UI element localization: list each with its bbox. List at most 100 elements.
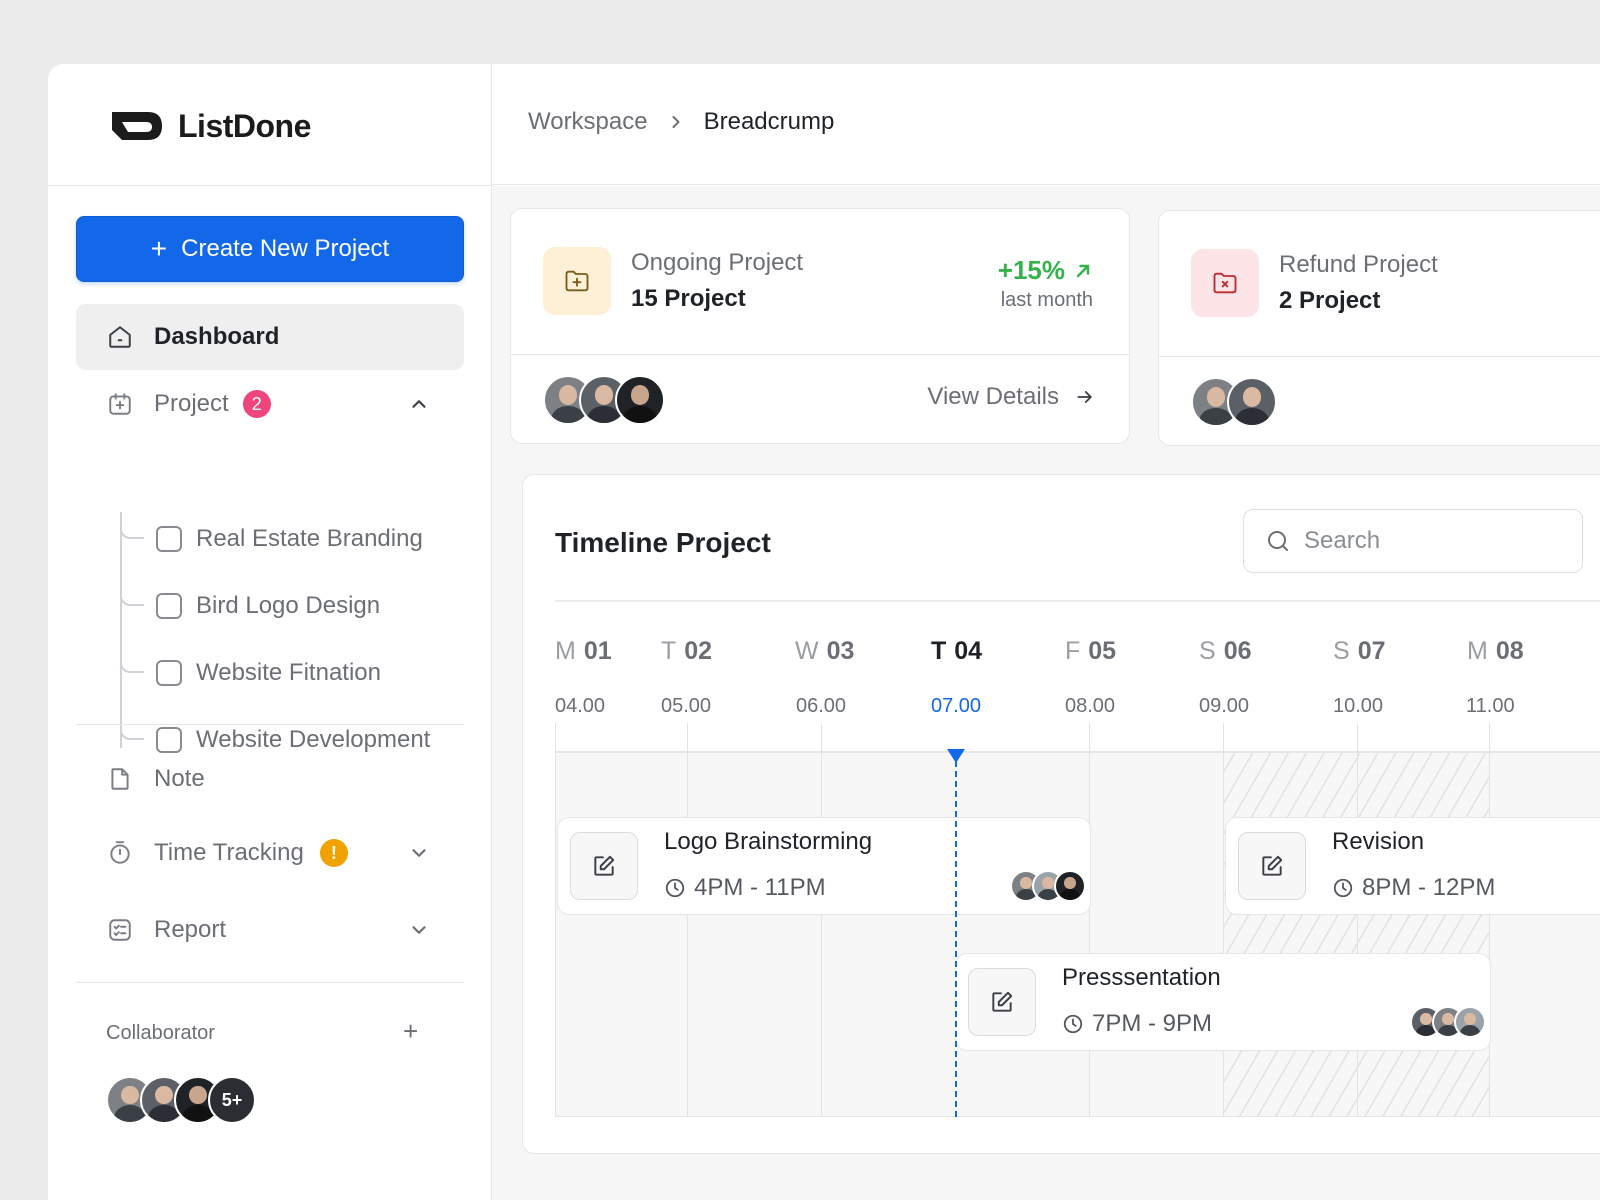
arrow-up-right-icon: [1076, 264, 1090, 277]
edit-button[interactable]: [570, 832, 638, 900]
sidebar-item-dashboard[interactable]: Dashboard: [76, 304, 464, 370]
task-card[interactable]: Presssentation 7PM - 9PM: [955, 953, 1491, 1051]
day-header-today: T 04: [931, 637, 983, 665]
app-window: ListDone + Create New Project Dashboard …: [48, 64, 1600, 1200]
project-count-badge: 2: [242, 390, 271, 418]
more-collaborators-badge[interactable]: 5+: [208, 1076, 256, 1124]
sidebar-item-time-tracking[interactable]: Time Tracking !: [76, 820, 464, 886]
task-name: Logo Brainstorming: [664, 828, 873, 855]
create-new-project-button[interactable]: + Create New Project: [76, 216, 464, 282]
stat-card-ongoing: Ongoing Project 15 Project +15% last mon…: [510, 208, 1130, 444]
task-avatars[interactable]: [1010, 870, 1086, 902]
sidebar-item-note[interactable]: Note: [76, 746, 464, 812]
time-label: 10.00: [1333, 695, 1384, 717]
day-header: S 06: [1199, 637, 1252, 665]
time-label: 08.00: [1065, 695, 1116, 717]
sidebar-item-label: Time Tracking: [154, 839, 304, 866]
chevron-right-icon: [672, 116, 680, 128]
weekend-hatch: [1223, 753, 1489, 1117]
checkbox[interactable]: [156, 526, 182, 552]
time-label: 05.00: [661, 695, 712, 717]
stat-title: Ongoing Project: [631, 249, 804, 276]
edit-icon: [594, 855, 615, 876]
top-header: Workspace Breadcrump: [492, 64, 1600, 185]
day-header: F 05: [1065, 637, 1117, 665]
search-placeholder: Search: [1304, 527, 1381, 554]
time-label-current: 07.00: [931, 695, 982, 717]
arrow-right-icon: [1077, 391, 1092, 403]
report-icon: [106, 916, 134, 944]
logo[interactable]: ListDone: [108, 104, 311, 148]
current-time-marker-icon: [947, 749, 965, 763]
project-item-label: Bird Logo Design: [196, 592, 381, 619]
task-card[interactable]: Revision 8PM - 12PM: [1225, 817, 1600, 915]
growth-indicator: +15%: [998, 255, 1093, 286]
day-header: W 03: [795, 637, 855, 665]
current-time-line: [955, 751, 957, 1117]
breadcrumb-current: Breadcrump: [703, 108, 835, 135]
edit-button[interactable]: [1238, 832, 1306, 900]
chevron-down-icon[interactable]: [408, 842, 430, 864]
sidebar-item-project[interactable]: Project 2: [76, 371, 464, 437]
project-avatars[interactable]: [543, 375, 665, 425]
sidebar-divider: [76, 982, 464, 983]
chevron-down-icon[interactable]: [408, 919, 430, 941]
task-time: 4PM - 11PM: [664, 874, 826, 902]
task-time: 7PM - 9PM: [1062, 1010, 1212, 1038]
sidebar-item-label: Report: [154, 916, 227, 943]
timeline-title: Timeline Project: [555, 527, 771, 558]
checkbox[interactable]: [156, 593, 182, 619]
avatar[interactable]: [1454, 1006, 1486, 1038]
avatar[interactable]: [615, 375, 665, 425]
timeline-divider: [555, 600, 1600, 602]
project-item[interactable]: Bird Logo Design: [120, 580, 381, 631]
task-time: 8PM - 12PM: [1332, 874, 1495, 902]
add-collaborator-button[interactable]: +: [403, 1016, 418, 1047]
search-input[interactable]: Search: [1243, 509, 1583, 573]
stat-title: Refund Project: [1279, 251, 1438, 278]
checkbox[interactable]: [156, 660, 182, 686]
breadcrumb: Workspace Breadcrump: [528, 108, 834, 136]
day-header: M 08: [1467, 637, 1524, 665]
app-name: ListDone: [178, 107, 311, 144]
stat-card-refund: Refund Project 2 Project: [1158, 210, 1600, 446]
project-avatars[interactable]: [1191, 377, 1277, 427]
avatar[interactable]: [1054, 870, 1086, 902]
collaborator-avatars[interactable]: 5+: [106, 1076, 256, 1124]
day-header: M 01: [555, 637, 612, 665]
day-header: T 02: [661, 637, 713, 665]
stopwatch-icon: [106, 839, 134, 867]
stat-value: 15 Project: [631, 285, 746, 312]
sidebar-divider: [48, 185, 492, 186]
collaborator-label: Collaborator: [106, 1022, 215, 1044]
sidebar-item-label: Note: [154, 765, 205, 792]
chevron-up-icon[interactable]: [408, 393, 430, 415]
time-label: 04.00: [555, 695, 606, 717]
edit-button[interactable]: [968, 968, 1036, 1036]
project-item-label: Real Estate Branding: [196, 525, 423, 552]
clock-icon: [1063, 1014, 1083, 1034]
project-item[interactable]: Real Estate Branding: [120, 513, 423, 564]
clock-icon: [1333, 878, 1353, 898]
sidebar: ListDone + Create New Project Dashboard …: [48, 64, 492, 1200]
task-avatars[interactable]: [1410, 1006, 1486, 1038]
breadcrumb-workspace[interactable]: Workspace: [528, 108, 648, 136]
task-card[interactable]: Logo Brainstorming 4PM - 11PM: [557, 817, 1091, 915]
edit-icon: [992, 991, 1013, 1012]
timeline-card: Timeline Project Search M 01 T 02 W 03 T 04 …: [522, 474, 1600, 1154]
view-details-link[interactable]: View Details: [927, 383, 1095, 411]
search-icon: [1268, 531, 1288, 551]
document-icon: [106, 765, 134, 793]
sidebar-item-report[interactable]: Report: [76, 897, 464, 963]
create-new-project-label: Create New Project: [181, 235, 390, 262]
day-header: S 07: [1333, 637, 1386, 665]
avatar[interactable]: [1227, 377, 1277, 427]
calendar-plus-icon: [106, 390, 134, 418]
view-details-label: View Details: [927, 383, 1059, 410]
task-name: Presssentation: [1062, 964, 1221, 991]
project-item-label: Website Fitnation: [196, 659, 381, 686]
sidebar-item-label: Project: [154, 390, 229, 417]
home-icon: [106, 323, 134, 351]
project-item[interactable]: Website Fitnation: [120, 647, 381, 698]
edit-icon: [1262, 855, 1283, 876]
